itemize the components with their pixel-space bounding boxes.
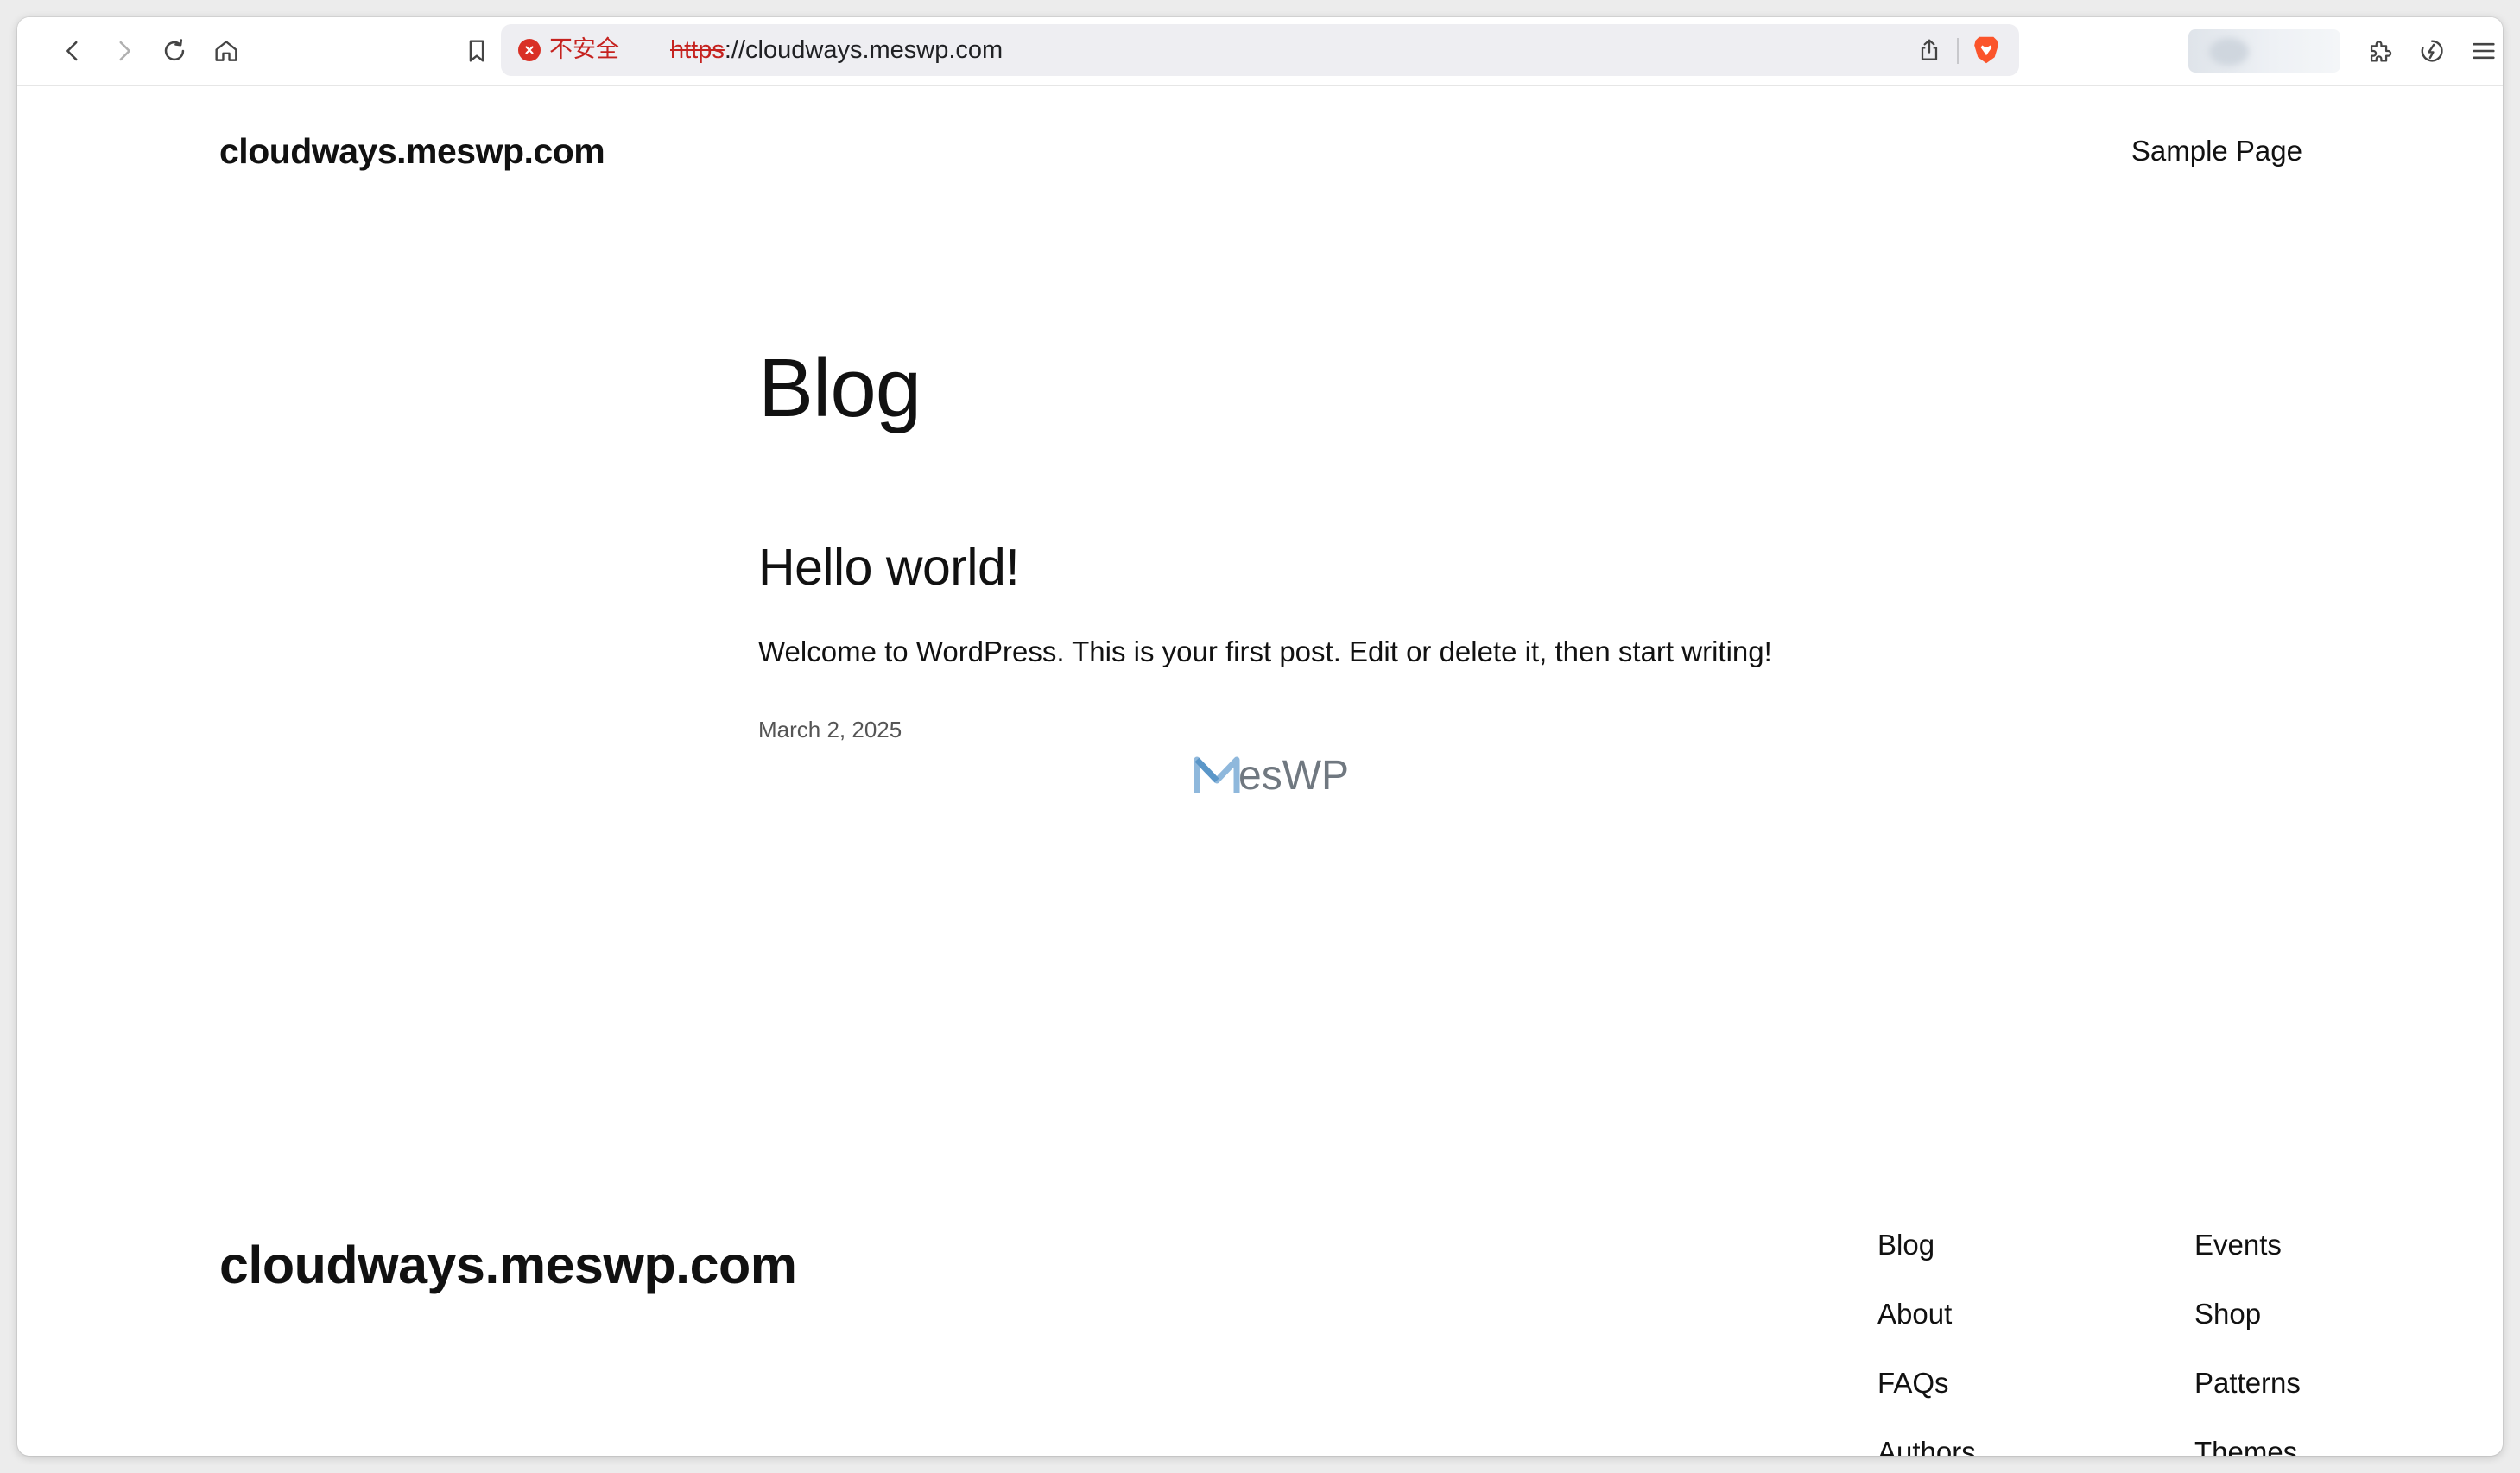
- bookmark-icon: [469, 40, 484, 62]
- page-content: cloudways.meswp.com Sample Page Blog Hel…: [17, 86, 2503, 1456]
- address-bar[interactable]: 不安全 https://cloudways.meswp.com: [501, 24, 2019, 76]
- brave-shields-icon: [1974, 36, 1998, 64]
- site-title[interactable]: cloudways.meswp.com: [219, 131, 605, 172]
- watermark: esWP: [1194, 749, 1349, 801]
- footer-link-events[interactable]: Events: [2194, 1228, 2301, 1262]
- forward-icon: [119, 41, 130, 61]
- footer-nav-column-1: Blog About FAQs Authors: [1877, 1228, 1976, 1456]
- post-excerpt: Welcome to WordPress. This is your first…: [758, 635, 1772, 667]
- page-title: Blog: [758, 342, 921, 435]
- home-icon: [215, 41, 237, 61]
- footer-link-patterns[interactable]: Patterns: [2194, 1366, 2301, 1400]
- footer-link-blog[interactable]: Blog: [1877, 1228, 1976, 1262]
- footer-site-title[interactable]: cloudways.meswp.com: [219, 1235, 797, 1295]
- url-host: ://cloudways.meswp.com: [724, 36, 1004, 64]
- nav-link-sample-page[interactable]: Sample Page: [2131, 135, 2302, 168]
- post-date[interactable]: March 2, 2025: [758, 717, 902, 743]
- back-icon: [66, 41, 78, 61]
- bookmark-button[interactable]: [459, 34, 494, 68]
- footer-link-faqs[interactable]: FAQs: [1877, 1366, 1976, 1400]
- leo-ai-icon: [2421, 40, 2443, 62]
- share-icon: [1921, 39, 1938, 60]
- address-bar-divider: [1957, 38, 1959, 64]
- home-button[interactable]: [209, 34, 244, 68]
- security-status-label[interactable]: 不安全: [549, 35, 619, 65]
- security-warning-icon[interactable]: [518, 39, 541, 61]
- menu-button[interactable]: [2466, 34, 2501, 68]
- meswp-logo-icon: [1194, 756, 1240, 793]
- extensions-icon: [2370, 41, 2392, 62]
- avatar: [2209, 38, 2249, 66]
- footer-link-themes[interactable]: Themes: [2194, 1435, 2301, 1456]
- reload-button[interactable]: [157, 34, 192, 68]
- footer-link-shop[interactable]: Shop: [2194, 1297, 2301, 1331]
- leo-ai-button[interactable]: [2415, 34, 2449, 68]
- reload-icon: [164, 39, 185, 61]
- extensions-button[interactable]: [2363, 34, 2397, 68]
- browser-window: 不安全 https://cloudways.meswp.com cloudway…: [17, 17, 2503, 1456]
- menu-icon: [2473, 42, 2495, 60]
- url-scheme: https: [670, 36, 725, 64]
- brave-shields-button[interactable]: [1971, 35, 2002, 66]
- post-title-link[interactable]: Hello world!: [758, 542, 1020, 593]
- profile-button[interactable]: [2188, 29, 2340, 73]
- footer-link-authors[interactable]: Authors: [1877, 1435, 1976, 1456]
- watermark-text: esWP: [1238, 752, 1350, 799]
- url-text[interactable]: https://cloudways.meswp.com: [670, 35, 1003, 65]
- footer-link-about[interactable]: About: [1877, 1297, 1976, 1331]
- footer-nav-column-2: Events Shop Patterns Themes: [2194, 1228, 2301, 1456]
- browser-toolbar: 不安全 https://cloudways.meswp.com: [17, 17, 2503, 86]
- back-button[interactable]: [55, 34, 90, 68]
- share-button[interactable]: [1914, 35, 1945, 66]
- forward-button[interactable]: [107, 34, 142, 68]
